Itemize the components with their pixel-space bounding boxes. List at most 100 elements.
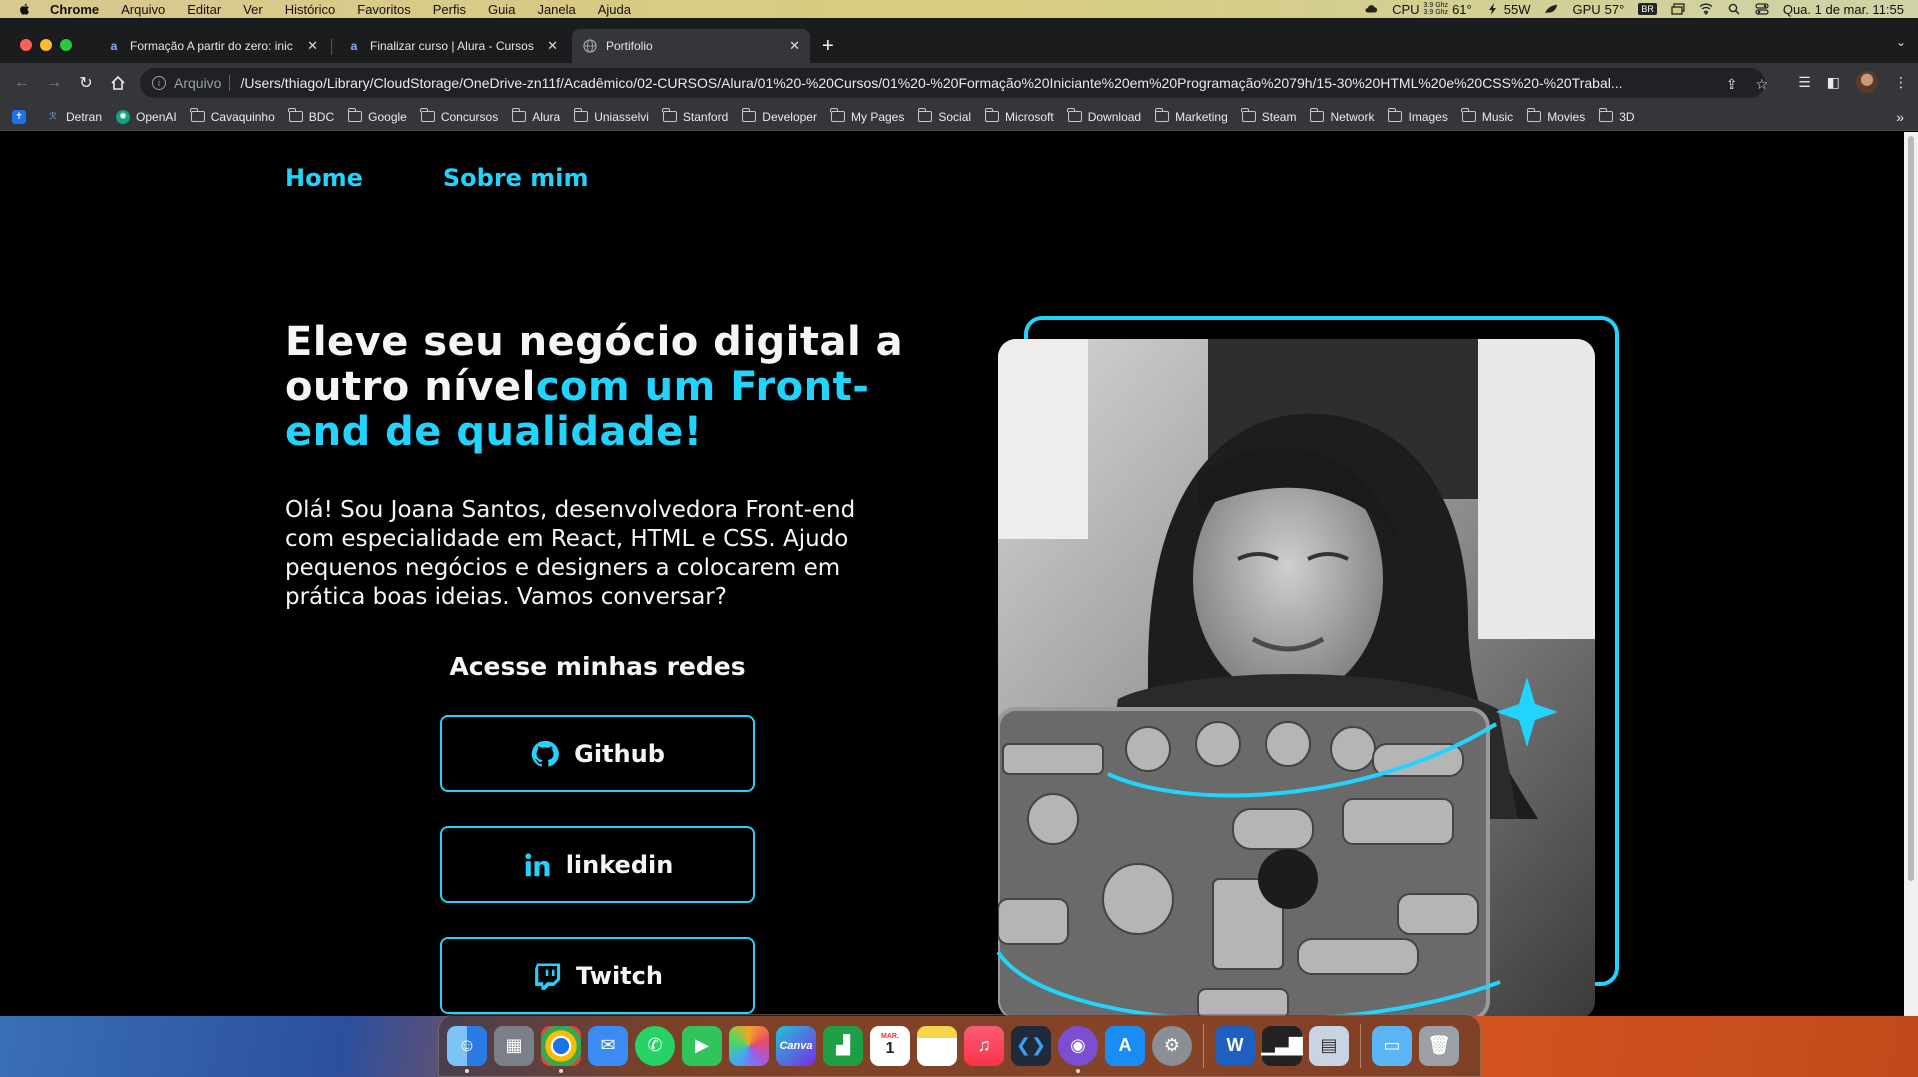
nav-link-home[interactable]: Home: [285, 164, 363, 192]
profile-avatar[interactable]: [1856, 71, 1878, 93]
word-icon[interactable]: W: [1215, 1025, 1255, 1066]
bookmark-folder-network[interactable]: Network: [1309, 108, 1374, 124]
gpu-stat[interactable]: GPU 57°: [1572, 2, 1624, 17]
bookmark-detran[interactable]: ℛ Detran: [46, 110, 102, 124]
calendar-icon[interactable]: MAR. 1: [870, 1025, 910, 1066]
bookmark-folder-music[interactable]: Music: [1461, 108, 1513, 124]
control-center-icon[interactable]: [1755, 3, 1769, 15]
reading-list-icon[interactable]: ☰: [1798, 74, 1811, 91]
menu-editar[interactable]: Editar: [187, 2, 221, 17]
home-icon[interactable]: [102, 67, 134, 99]
bookmark-folder-google[interactable]: Google: [347, 108, 407, 124]
bookmark-folder-steam[interactable]: Steam: [1241, 108, 1296, 124]
canva-icon[interactable]: Canva: [776, 1025, 816, 1066]
wifi-icon[interactable]: [1699, 3, 1713, 15]
tab-formacao[interactable]: a Formação A partir do zero: inic ✕: [96, 29, 328, 63]
mail-icon[interactable]: ✉: [588, 1025, 628, 1066]
address-bar[interactable]: i Arquivo /Users/thiago/Library/CloudSto…: [140, 68, 1765, 98]
more-menu-icon[interactable]: ⋮: [1894, 74, 1908, 91]
scrollbar-thumb[interactable]: [1908, 136, 1914, 881]
window-stack-icon[interactable]: [1671, 3, 1685, 15]
numbers-icon[interactable]: ▟: [823, 1025, 863, 1066]
photos-icon[interactable]: [729, 1025, 769, 1066]
music-icon[interactable]: ♫: [964, 1025, 1004, 1066]
back-arrow-icon[interactable]: ←: [6, 67, 38, 99]
bookmark-folder-bdc[interactable]: BDC: [288, 108, 334, 124]
vscode-icon[interactable]: ❮❯: [1011, 1025, 1051, 1066]
facetime-icon[interactable]: ▶: [682, 1025, 722, 1066]
github-desktop-icon[interactable]: ◉: [1058, 1025, 1098, 1073]
bookmark-folder-marketing[interactable]: Marketing: [1154, 108, 1228, 124]
clock[interactable]: Qua. 1 de mar. 11:55: [1783, 2, 1904, 17]
cloud-icon[interactable]: [1364, 3, 1378, 15]
bookmark-openai[interactable]: ✺ OpenAI: [116, 109, 177, 124]
whatsapp-icon[interactable]: ✆: [635, 1025, 675, 1066]
finder-icon[interactable]: ☺: [447, 1025, 487, 1073]
chrome-icon[interactable]: [541, 1025, 581, 1073]
bookmark-star-icon[interactable]: ☆: [1755, 76, 1768, 93]
menu-favoritos[interactable]: Favoritos: [357, 2, 410, 17]
address-url[interactable]: /Users/thiago/Library/CloudStorage/OneDr…: [240, 75, 1730, 91]
bookmark-folder-3d[interactable]: 3D: [1598, 108, 1635, 124]
close-tab-icon[interactable]: ✕: [789, 38, 800, 54]
app-store-icon[interactable]: A: [1105, 1025, 1145, 1066]
bookmark-folder-alura[interactable]: Alura: [511, 108, 560, 124]
menu-guia[interactable]: Guia: [488, 2, 515, 17]
new-tab-plus-icon[interactable]: +: [822, 35, 834, 58]
bookmark-folder-movies[interactable]: Movies: [1526, 108, 1585, 124]
toolbar-right: ☰ ◧ ⋮: [1798, 71, 1908, 93]
menu-perfis[interactable]: Perfis: [433, 2, 466, 17]
tab-portifolio[interactable]: Portifolio ✕: [572, 29, 810, 63]
menu-ajuda[interactable]: Ajuda: [598, 2, 631, 17]
bookmark-folder-microsoft[interactable]: Microsoft: [984, 108, 1054, 124]
system-settings-icon[interactable]: ⚙: [1152, 1025, 1192, 1066]
twitch-label: Twitch: [576, 961, 663, 990]
twitch-button[interactable]: Twitch: [440, 937, 755, 1014]
bookmark-folder-developer[interactable]: Developer: [741, 108, 817, 124]
search-icon[interactable]: [1727, 3, 1741, 15]
share-icon[interactable]: ⇪: [1726, 76, 1738, 93]
bookmark-folder-cavaquinho[interactable]: Cavaquinho: [190, 108, 275, 124]
activity-monitor-icon[interactable]: ▁▃▇: [1261, 1025, 1303, 1066]
tab-finalizar-curso[interactable]: a Finalizar curso | Alura - Cursos ✕: [336, 29, 568, 63]
trash-icon[interactable]: 🗑: [1419, 1025, 1459, 1066]
bookmark-folder-images[interactable]: Images: [1387, 108, 1448, 124]
close-tab-icon[interactable]: ✕: [547, 38, 558, 54]
downloads-folder-icon[interactable]: ▭: [1372, 1025, 1412, 1066]
bookmark-folder-social[interactable]: Social: [917, 108, 971, 124]
close-window-button[interactable]: [20, 39, 32, 51]
nav-link-sobre-mim[interactable]: Sobre mim: [443, 164, 589, 192]
input-source-badge[interactable]: BR: [1638, 3, 1657, 15]
menu-historico[interactable]: Histórico: [285, 2, 336, 17]
bookmark-folder-my-pages[interactable]: My Pages: [830, 108, 904, 124]
tab-search-chevron-icon[interactable]: ⌄: [1896, 35, 1906, 49]
reload-icon[interactable]: ↻: [70, 67, 102, 99]
bookmark-folder-download[interactable]: Download: [1067, 108, 1141, 124]
side-panel-icon[interactable]: ◧: [1827, 74, 1840, 91]
power-stat[interactable]: 55W: [1486, 2, 1530, 17]
cpu-stat[interactable]: CPU 3.9 Ghz 3.9 Ghz 61°: [1392, 2, 1472, 17]
apple-icon[interactable]: [18, 2, 32, 16]
site-info-icon[interactable]: i: [152, 76, 166, 90]
close-tab-icon[interactable]: ✕: [307, 38, 318, 54]
bookmark-folder-concursos[interactable]: Concursos: [420, 108, 498, 124]
notes-icon[interactable]: [917, 1025, 957, 1066]
leaf-icon[interactable]: [1544, 3, 1558, 15]
menu-arquivo[interactable]: Arquivo: [121, 2, 165, 17]
zoom-window-button[interactable]: [60, 39, 72, 51]
bookmark-apps[interactable]: ✝: [12, 109, 32, 124]
github-button[interactable]: Github: [440, 715, 755, 792]
menu-janela[interactable]: Janela: [537, 2, 575, 17]
menu-ver[interactable]: Ver: [243, 2, 263, 17]
page-scrollbar[interactable]: [1904, 132, 1918, 1016]
bookmarks-overflow-icon[interactable]: »: [1896, 109, 1904, 125]
launchpad-icon[interactable]: ▦: [494, 1025, 534, 1066]
minimize-window-button[interactable]: [40, 39, 52, 51]
bookmark-folder-stanford[interactable]: Stanford: [662, 108, 728, 124]
linkedin-button[interactable]: linkedin: [440, 826, 755, 903]
menu-app-chrome[interactable]: Chrome: [50, 2, 99, 17]
bookmark-folder-uniasselvi[interactable]: Uniasselvi: [573, 108, 649, 124]
preview-icon[interactable]: ▤: [1309, 1025, 1349, 1066]
forward-arrow-icon[interactable]: →: [38, 67, 70, 99]
globe-icon: [582, 38, 598, 54]
